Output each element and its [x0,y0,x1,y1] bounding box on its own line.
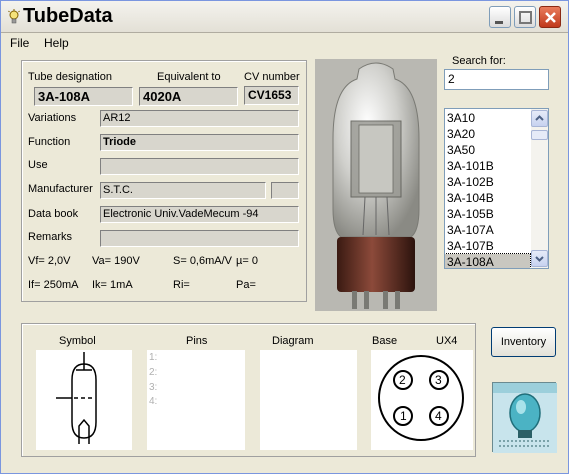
search-input[interactable]: 2 [444,69,549,90]
equivalent-to-field[interactable]: 4020A [139,87,238,106]
chevron-up-icon [535,115,544,121]
close-icon [545,12,556,23]
cv-number-field[interactable]: CV1653 [244,86,299,105]
base-pin-1: 1 [400,409,407,423]
list-item[interactable]: 3A10 [445,110,530,126]
base-pin-2: 2 [399,373,406,387]
pin-number-3: 3: [149,382,158,393]
pin-number-2: 2: [149,367,158,378]
diagram-box [260,350,357,450]
ux4-base-icon [378,355,464,441]
minimize-icon [495,21,503,24]
list-item[interactable]: 3A-107B [445,238,530,254]
variations-label: Variations [28,112,77,124]
base-pin-4: 4 [435,409,442,423]
param-vf: Vf= 2,0V [28,255,71,267]
param-if: If= 250mA [28,279,79,291]
app-logo [492,382,557,453]
param-ik: Ik= 1mA [92,279,133,291]
manufacturer-field[interactable]: S.T.C. [100,182,266,199]
remarks-label: Remarks [28,231,73,243]
diagram-label: Diagram [272,335,314,347]
close-button[interactable] [539,6,561,28]
param-pa: Pa= [236,279,256,291]
pins-box: 1: 2: 3: 4: [147,350,245,450]
pin-number-1: 1: [149,352,158,363]
lightbulb-icon [8,9,20,24]
list-item[interactable]: 3A-107A [445,222,530,238]
pins-label: Pins [186,335,208,347]
data-book-label: Data book [28,208,79,220]
list-item[interactable]: 3A-102B [445,174,530,190]
function-field[interactable]: Triode [100,134,299,151]
symbol-label: Symbol [59,335,96,347]
data-book-field[interactable]: Electronic Univ.VadeMecum -94 [100,206,299,223]
use-label: Use [28,159,48,171]
tube-designation-label: Tube designation [28,71,112,83]
menu-bar: File Help [1,34,568,52]
param-va: Va= 190V [92,255,140,267]
menu-file[interactable]: File [10,36,29,50]
equivalent-to-label: Equivalent to [157,71,221,83]
pin-number-4: 4: [149,396,158,407]
main-window: TubeData File Help Tube designation Equi… [0,0,569,474]
base-type: UX4 [436,335,458,347]
scroll-up-button[interactable] [531,110,548,127]
list-item[interactable]: 3A-104B [445,190,530,206]
menu-help[interactable]: Help [44,36,69,50]
scroll-down-button[interactable] [531,250,548,267]
variations-field[interactable]: AR12 [100,110,299,127]
base-pin-3: 3 [435,373,442,387]
maximize-button[interactable] [514,6,536,28]
symbol-box [36,350,132,450]
remarks-field[interactable] [100,230,299,247]
list-scrollbar[interactable] [531,109,548,268]
list-item[interactable]: 3A-105B [445,206,530,222]
param-s: S= 0,6mA/V [173,255,233,267]
list-item[interactable]: 3A-101B [445,158,530,174]
title-bar[interactable]: TubeData [1,1,568,33]
list-item-selected[interactable]: 3A-108A [445,253,531,268]
base-label: Base [372,335,398,347]
param-ri: Ri= [173,279,190,291]
tube-logo-icon [493,383,557,453]
list-item[interactable]: 3A20 [445,126,530,142]
scroll-thumb[interactable] [531,130,548,140]
tube-designation-field[interactable]: 3A-108A [34,87,133,106]
manufacturer-label: Manufacturer [28,183,93,195]
inventory-button[interactable]: Inventory [491,327,556,357]
maximize-icon [519,11,532,24]
cv-number-label: CV number [244,71,300,83]
param-mu: µ= 0 [236,255,258,267]
list-item[interactable]: 3A50 [445,142,530,158]
tube-list[interactable]: 3A10 3A20 3A50 3A-101B 3A-102B 3A-104B 3… [444,108,549,269]
tube-photo [315,59,437,311]
triode-symbol-icon [56,352,97,444]
window-title: TubeData [23,5,113,27]
chevron-down-icon [535,256,544,262]
base-box: 2 3 1 4 [371,350,473,450]
minimize-button[interactable] [489,6,511,28]
manufacturer-extra-field[interactable] [271,182,299,199]
function-label: Function [28,136,71,148]
use-field[interactable] [100,158,299,175]
search-label: Search for: [452,55,506,67]
